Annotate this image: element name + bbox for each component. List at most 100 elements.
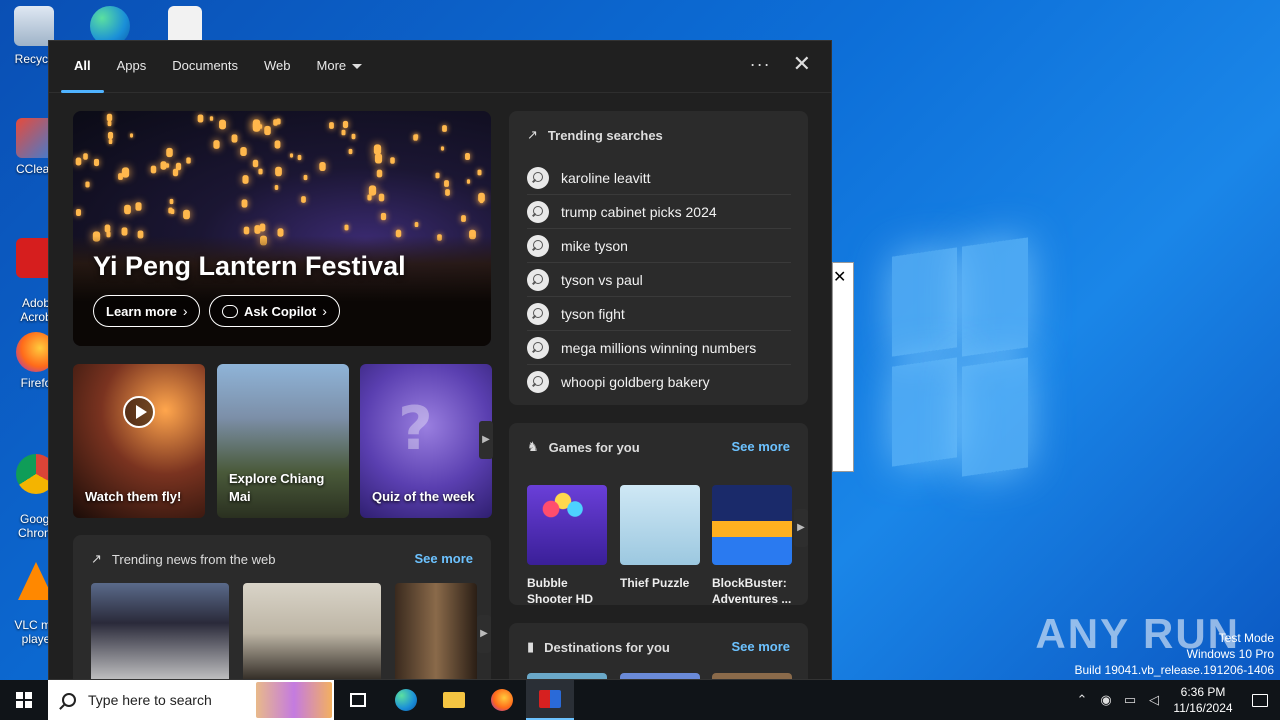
chevron-right-icon: ›: [182, 302, 188, 319]
tile-explore-chiang-mai[interactable]: Explore Chiang Mai: [217, 364, 349, 518]
games-next-button[interactable]: ▶: [794, 509, 808, 547]
trending-search-item[interactable]: tyson fight: [527, 297, 791, 331]
lantern-decoration: [108, 139, 113, 145]
active-app-taskbar-button[interactable]: [526, 680, 574, 720]
learn-more-button[interactable]: Learn more ›: [93, 295, 201, 327]
tiles-next-button[interactable]: ▶: [479, 421, 493, 459]
lantern-decoration: [252, 159, 259, 168]
game-thumbnail: [620, 485, 700, 565]
lantern-decoration: [209, 115, 213, 121]
tab-all[interactable]: All: [61, 41, 104, 93]
lantern-decoration: [242, 174, 250, 184]
task-view-button[interactable]: [334, 680, 382, 720]
game-name: Bubble Shooter HD: [527, 576, 593, 606]
lantern-decoration: [264, 126, 272, 136]
chevron-up-icon[interactable]: ⌃: [1070, 692, 1094, 708]
lantern-decoration: [351, 133, 355, 140]
ask-copilot-button[interactable]: Ask Copilot ›: [209, 295, 340, 327]
lantern-decoration: [182, 209, 190, 219]
destination-thumbnail[interactable]: [712, 673, 792, 679]
lantern-decoration: [297, 154, 302, 161]
clock[interactable]: 6:36 PM 11/16/2024: [1166, 684, 1240, 716]
trending-search-item[interactable]: whoopi goldberg bakery: [527, 365, 791, 399]
app-icon: [539, 690, 561, 708]
lantern-decoration: [160, 161, 167, 170]
windows-start-icon: [16, 692, 32, 708]
more-options-button[interactable]: ···: [750, 54, 771, 75]
lantern-decoration: [213, 140, 221, 150]
volume-icon[interactable]: ◁: [1142, 692, 1166, 708]
lantern-decoration: [170, 208, 175, 214]
games-card: ♞ Games for you See more Bubble Shooter …: [509, 423, 808, 607]
hero-title: Yi Peng Lantern Festival: [93, 251, 406, 281]
lantern-decoration: [414, 221, 418, 227]
trending-search-item[interactable]: tyson vs paul: [527, 263, 791, 297]
taskbar-search-box[interactable]: Type here to search: [48, 680, 334, 720]
destination-thumbnail[interactable]: [620, 673, 700, 679]
destinations-card: ▮ Destinations for you See more: [509, 623, 808, 679]
lantern-decoration: [232, 134, 238, 143]
lantern-decoration: [441, 146, 445, 152]
game-item[interactable]: Bubble Shooter HD: [527, 485, 607, 607]
lantern-decoration: [477, 169, 482, 176]
trending-search-item[interactable]: karoline leavitt: [527, 161, 791, 195]
system-tray: ⌃ ◉ ▭ ◁ 6:36 PM 11/16/2024: [1070, 680, 1280, 720]
trending-news-heading: ↗ Trending news from the web: [91, 551, 275, 567]
news-thumbnail[interactable]: [395, 583, 477, 679]
start-button[interactable]: [0, 680, 48, 720]
hero-card[interactable]: Yi Peng Lantern Festival Learn more › As…: [73, 111, 491, 346]
news-next-button[interactable]: ▶: [477, 615, 491, 653]
lantern-decoration: [107, 132, 113, 140]
section-title: Games for you: [548, 439, 640, 455]
people-icon[interactable]: ◉: [1094, 692, 1118, 708]
notification-icon: [1252, 693, 1268, 707]
search-icon: [62, 693, 76, 707]
trending-news-see-more-link[interactable]: See more: [414, 551, 473, 566]
lantern-decoration: [121, 227, 128, 236]
destinations-see-more-link[interactable]: See more: [731, 639, 790, 654]
lantern-decoration: [319, 162, 326, 172]
news-thumbnail[interactable]: [243, 583, 381, 679]
play-icon: [123, 396, 155, 428]
lantern-decoration: [275, 118, 281, 125]
search-highlight-thumbnail: [256, 682, 332, 718]
destinations-heading: ▮ Destinations for you: [527, 639, 670, 655]
tab-web[interactable]: Web: [251, 41, 304, 93]
lantern-decoration: [104, 224, 111, 233]
tab-more[interactable]: More: [304, 41, 376, 93]
edge-taskbar-button[interactable]: [382, 680, 430, 720]
folder-icon: [443, 692, 465, 708]
game-item[interactable]: Thief Puzzle: [620, 485, 700, 591]
file-explorer-button[interactable]: [430, 680, 478, 720]
tile-quiz-of-the-week[interactable]: ? Quiz of the week: [360, 364, 492, 518]
game-item[interactable]: BlockBuster: Adventures ...: [712, 485, 792, 607]
close-button[interactable]: ✕: [793, 53, 811, 75]
lantern-decoration: [258, 123, 262, 129]
tile-watch-them-fly[interactable]: Watch them fly!: [73, 364, 205, 518]
windows-logo-wallpaper: [832, 237, 1032, 480]
lantern-decoration: [478, 192, 485, 202]
close-icon[interactable]: ✕: [833, 267, 846, 287]
trending-search-item[interactable]: mike tyson: [527, 229, 791, 263]
trending-search-text: tyson fight: [561, 305, 625, 322]
lantern-decoration: [274, 184, 279, 190]
trending-searches-card: ↗ Trending searches karoline leavitt tru…: [509, 111, 808, 405]
games-see-more-link[interactable]: See more: [731, 439, 790, 454]
lantern-decoration: [374, 144, 382, 155]
tab-label: Apps: [116, 57, 147, 73]
news-thumbnail[interactable]: [91, 583, 229, 679]
notifications-button[interactable]: [1240, 680, 1280, 720]
destination-thumbnail[interactable]: [527, 673, 607, 679]
lantern-decoration: [367, 194, 372, 201]
tab-documents[interactable]: Documents: [159, 41, 251, 93]
trending-search-item[interactable]: mega millions winning numbers: [527, 331, 791, 365]
trending-search-item[interactable]: trump cabinet picks 2024: [527, 195, 791, 229]
firefox-taskbar-button[interactable]: [478, 680, 526, 720]
tab-apps[interactable]: Apps: [104, 41, 160, 93]
build-line: Build 19041.vb_release.191206-1406: [1074, 663, 1275, 677]
network-icon[interactable]: ▭: [1118, 692, 1142, 708]
trending-search-text: mega millions winning numbers: [561, 339, 757, 356]
lantern-decoration: [464, 153, 470, 161]
trending-search-text: karoline leavitt: [561, 169, 651, 186]
section-title: Trending searches: [547, 127, 663, 143]
